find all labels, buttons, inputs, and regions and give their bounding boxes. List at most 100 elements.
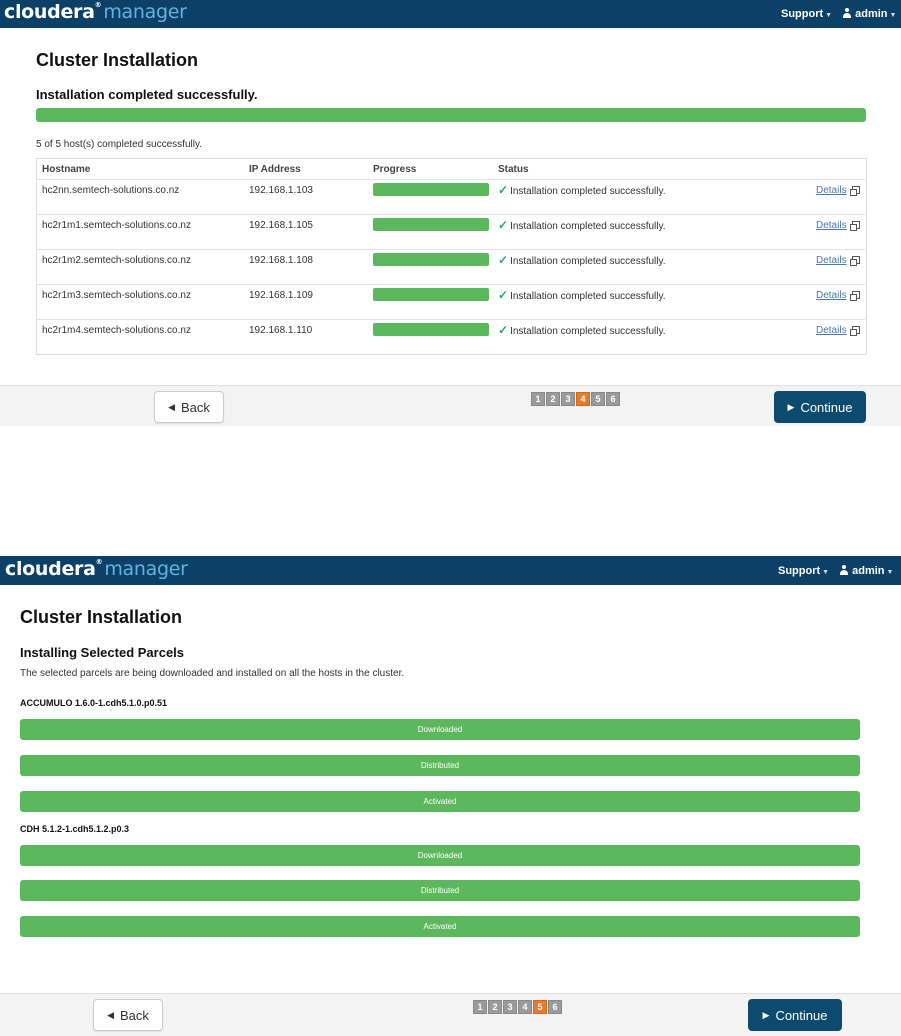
continue-button[interactable]: ▶ Continue — [774, 391, 866, 423]
details-link[interactable]: Details — [816, 220, 847, 231]
section-description: The selected parcels are being downloade… — [20, 668, 405, 679]
hostname-cell: hc2r1m3.semtech-solutions.co.nz — [42, 290, 191, 301]
column-header-status: Status — [498, 164, 529, 175]
back-arrow-icon: ◀ — [168, 401, 175, 412]
host-progress-bar — [373, 218, 489, 231]
host-progress-bar — [373, 253, 489, 266]
parcel-progress-bar: Distributed — [20, 755, 860, 776]
external-window-icon[interactable] — [850, 326, 860, 336]
step-4-active[interactable]: 4 — [576, 392, 590, 406]
section-heading: Installing Selected Parcels — [20, 645, 185, 660]
status-cell: ✓ Installation completed successfully. — [498, 323, 666, 337]
checkmark-icon: ✓ — [498, 253, 509, 267]
page-title: Cluster Installation — [20, 607, 183, 627]
details-link[interactable]: Details — [816, 255, 847, 266]
step-6[interactable]: 6 — [606, 392, 620, 406]
back-arrow-icon: ◀ — [107, 1009, 114, 1020]
top-navbar: cloudera® manager Support ▼ admin ▼ — [0, 0, 901, 28]
parcel-progress-bar: Activated — [20, 791, 860, 812]
ip-cell: 192.168.1.110 — [249, 325, 313, 336]
checkmark-icon: ✓ — [498, 218, 509, 232]
step-3[interactable]: 3 — [503, 1000, 517, 1014]
page-title: Cluster Installation — [36, 50, 199, 70]
checkmark-icon: ✓ — [498, 323, 509, 337]
step-3[interactable]: 3 — [561, 392, 575, 406]
chevron-down-icon: ▼ — [822, 569, 830, 576]
user-icon — [839, 565, 849, 575]
wizard-step-indicator: 1 2 3 4 5 6 — [531, 392, 620, 406]
screen-host-installation: cloudera® manager Support ▼ admin ▼ Cluster… — [0, 0, 901, 430]
forward-arrow-icon: ▶ — [787, 401, 795, 412]
table-row: hc2nn.semtech-solutions.co.nz 192.168.1.… — [37, 179, 865, 214]
support-menu[interactable]: Support ▼ — [781, 8, 832, 20]
back-button[interactable]: ◀ Back — [154, 391, 224, 423]
cloudera-manager-logo[interactable]: cloudera® manager — [4, 1, 187, 23]
installation-status-heading: Installation completed successfully. — [36, 87, 258, 102]
top-navbar: cloudera® manager Support ▼ admin ▼ — [0, 556, 901, 585]
details-link[interactable]: Details — [816, 290, 847, 301]
wizard-step-indicator: 1 2 3 4 5 6 — [473, 1000, 562, 1014]
ip-cell: 192.168.1.103 — [249, 185, 313, 196]
host-progress-bar — [373, 183, 489, 196]
checkmark-icon: ✓ — [498, 183, 509, 197]
external-window-icon[interactable] — [850, 256, 860, 266]
status-cell: ✓ Installation completed successfully. — [498, 218, 666, 232]
step-4[interactable]: 4 — [518, 1000, 532, 1014]
user-icon — [842, 8, 852, 18]
wizard-footer: ◀ Back 1 2 3 4 5 6 ▶ Continue — [0, 385, 901, 426]
table-row: hc2r1m3.semtech-solutions.co.nz 192.168.… — [37, 284, 865, 319]
table-row: hc2r1m1.semtech-solutions.co.nz 192.168.… — [37, 214, 865, 249]
host-progress-bar — [373, 288, 489, 301]
details-link[interactable]: Details — [816, 185, 847, 196]
chevron-down-icon: ▼ — [825, 12, 833, 19]
step-2[interactable]: 2 — [488, 1000, 502, 1014]
parcel-progress-bar: Downloaded — [20, 845, 860, 866]
screen-parcel-installation: cloudera® manager Support ▼ admin ▼ Cluster… — [0, 556, 901, 1036]
parcel-progress-bar: Activated — [20, 916, 860, 937]
table-row: hc2r1m2.semtech-solutions.co.nz 192.168.… — [37, 249, 865, 284]
navbar-right: Support ▼ admin ▼ — [781, 8, 896, 20]
details-link[interactable]: Details — [816, 325, 847, 336]
step-1[interactable]: 1 — [473, 1000, 487, 1014]
chevron-down-icon: ▼ — [889, 12, 897, 19]
navbar-right: Support ▼ admin ▼ — [778, 565, 893, 577]
external-window-icon[interactable] — [850, 221, 860, 231]
cloudera-manager-logo[interactable]: cloudera® manager — [5, 558, 188, 580]
ip-cell: 192.168.1.108 — [249, 255, 313, 266]
overall-progress-bar — [36, 108, 866, 122]
ip-cell: 192.168.1.105 — [249, 220, 313, 231]
continue-button[interactable]: ▶ Continue — [748, 999, 842, 1031]
hostname-cell: hc2r1m2.semtech-solutions.co.nz — [42, 255, 191, 266]
step-5[interactable]: 5 — [591, 392, 605, 406]
user-menu[interactable]: admin ▼ — [839, 565, 893, 577]
step-1[interactable]: 1 — [531, 392, 545, 406]
checkmark-icon: ✓ — [498, 288, 509, 302]
step-2[interactable]: 2 — [546, 392, 560, 406]
host-progress-bar — [373, 323, 489, 336]
wizard-footer: ◀ Back 1 2 3 4 5 6 ▶ Continue — [0, 993, 901, 1036]
parcel-name: CDH 5.1.2-1.cdh5.1.2.p0.3 — [20, 824, 130, 834]
back-button[interactable]: ◀ Back — [93, 999, 163, 1031]
table-row: hc2r1m4.semtech-solutions.co.nz 192.168.… — [37, 319, 865, 354]
ip-cell: 192.168.1.109 — [249, 290, 313, 301]
step-6[interactable]: 6 — [548, 1000, 562, 1014]
hostname-cell: hc2r1m1.semtech-solutions.co.nz — [42, 220, 191, 231]
column-header-hostname: Hostname — [42, 164, 91, 175]
hostname-cell: hc2nn.semtech-solutions.co.nz — [42, 185, 180, 196]
status-cell: ✓ Installation completed successfully. — [498, 253, 666, 267]
hosts-table: Hostname IP Address Progress Status hc2n… — [36, 158, 867, 355]
parcel-name: ACCUMULO 1.6.0-1.cdh5.1.0.p0.51 — [20, 698, 168, 708]
status-cell: ✓ Installation completed successfully. — [498, 288, 666, 302]
external-window-icon[interactable] — [850, 186, 860, 196]
chevron-down-icon: ▼ — [886, 569, 894, 576]
forward-arrow-icon: ▶ — [762, 1009, 770, 1020]
step-5-active[interactable]: 5 — [533, 1000, 547, 1014]
hosts-summary: 5 of 5 host(s) completed successfully. — [36, 139, 202, 150]
support-menu[interactable]: Support ▼ — [778, 565, 829, 577]
parcel-progress-bar: Downloaded — [20, 719, 860, 740]
external-window-icon[interactable] — [850, 291, 860, 301]
hostname-cell: hc2r1m4.semtech-solutions.co.nz — [42, 325, 191, 336]
user-menu[interactable]: admin ▼ — [842, 8, 896, 20]
column-header-progress: Progress — [373, 164, 417, 175]
status-cell: ✓ Installation completed successfully. — [498, 183, 666, 197]
